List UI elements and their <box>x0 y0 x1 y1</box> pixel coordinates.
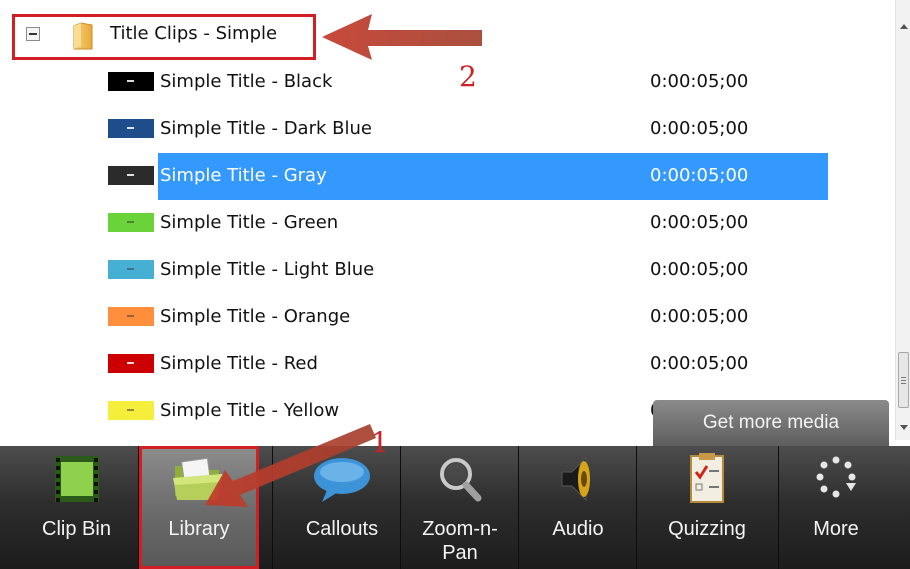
title-clip-thumbnail-icon <box>108 213 154 232</box>
clip-duration: 0:00:05;00 <box>650 353 749 374</box>
clip-name: Simple Title - Yellow <box>160 400 340 421</box>
library-tree: Title Clips - Simple Simple Title - Blac… <box>0 0 895 440</box>
vertical-scrollbar[interactable] <box>895 0 910 440</box>
dots-icon <box>806 452 866 506</box>
clip-row[interactable]: Simple Title - Gray 0:00:05;00 <box>0 153 895 200</box>
title-clip-thumbnail-icon <box>108 260 154 279</box>
scroll-up-arrow-icon[interactable] <box>900 24 908 29</box>
clip-row[interactable]: Simple Title - Light Blue 0:00:05;00 <box>0 247 895 294</box>
toolbar-button-zoom-n-pan[interactable]: Zoom-n- Pan <box>401 446 519 569</box>
get-more-media-button[interactable]: Get more media <box>653 400 889 446</box>
clip-row[interactable]: Simple Title - Black 0:00:05;00 <box>0 59 895 106</box>
clip-name: Simple Title - Gray <box>160 165 327 186</box>
toolbar-button-audio[interactable]: Audio <box>519 446 637 569</box>
clip-duration: 0:00:05;00 <box>650 165 749 186</box>
thumb-grip <box>901 377 906 378</box>
highlight-box-library <box>139 446 259 569</box>
thumb-grip <box>901 383 906 384</box>
clip-name: Simple Title - Black <box>160 71 333 92</box>
clip-duration: 0:00:05;00 <box>650 306 749 327</box>
clip-duration: 0:00:05;00 <box>650 71 749 92</box>
toolbar-button-label: More <box>813 518 859 540</box>
toolbar-button-label: Quizzing <box>668 518 746 540</box>
clip-duration: 0:00:05;00 <box>650 212 749 233</box>
toolbar-button-quizzing[interactable]: Quizzing <box>637 446 777 569</box>
clip-row[interactable]: Simple Title - Green 0:00:05;00 <box>0 200 895 247</box>
clip-row[interactable]: Simple Title - Orange 0:00:05;00 <box>0 294 895 341</box>
toolbar-button-clip-bin[interactable]: Clip Bin <box>14 446 139 569</box>
toolbar-button-callouts[interactable]: Callouts <box>283 446 401 569</box>
toolbar-button-label: Clip Bin <box>42 518 111 540</box>
clip-name: Simple Title - Dark Blue <box>160 118 372 139</box>
clip-name: Simple Title - Red <box>160 353 318 374</box>
title-clip-thumbnail-icon <box>108 354 154 373</box>
clip-row[interactable]: Simple Title - Dark Blue 0:00:05;00 <box>0 106 895 153</box>
clip-name: Simple Title - Light Blue <box>160 259 375 280</box>
speech-bubble-icon <box>312 452 372 506</box>
toolbar-separator <box>272 446 273 569</box>
clip-duration: 0:00:05;00 <box>650 118 749 139</box>
scroll-down-arrow-icon[interactable] <box>900 425 908 430</box>
title-clip-thumbnail-icon <box>108 401 154 420</box>
toolbar-button-label: Zoom-n- Pan <box>422 518 498 564</box>
title-clip-thumbnail-icon <box>108 119 154 138</box>
title-clip-thumbnail-icon <box>108 166 154 185</box>
toolbar-button-label: Callouts <box>305 518 379 540</box>
annotation-number-1: 1 <box>371 426 389 459</box>
highlight-box-folder <box>12 14 316 60</box>
toolbar-button-label: Audio <box>552 518 604 540</box>
clip-name: Simple Title - Green <box>160 212 339 233</box>
thumb-grip <box>901 380 906 381</box>
title-clip-thumbnail-icon <box>108 307 154 326</box>
clip-name: Simple Title - Orange <box>160 306 351 327</box>
title-clip-thumbnail-icon <box>108 72 154 91</box>
magnifier-icon <box>430 452 490 506</box>
task-toolbar: Clip Bin Library Callouts Zoom-n- Pan Audio Q… <box>0 446 910 569</box>
clip-duration: 0:00:05;00 <box>650 259 749 280</box>
clip-row[interactable]: Simple Title - Red 0:00:05;00 <box>0 341 895 388</box>
speaker-icon <box>548 452 608 506</box>
scrollbar-thumb[interactable] <box>898 352 909 408</box>
film-icon <box>47 452 107 506</box>
annotation-number-2: 2 <box>459 60 477 93</box>
checklist-icon <box>677 452 737 506</box>
toolbar-button-more[interactable]: More <box>777 446 895 569</box>
